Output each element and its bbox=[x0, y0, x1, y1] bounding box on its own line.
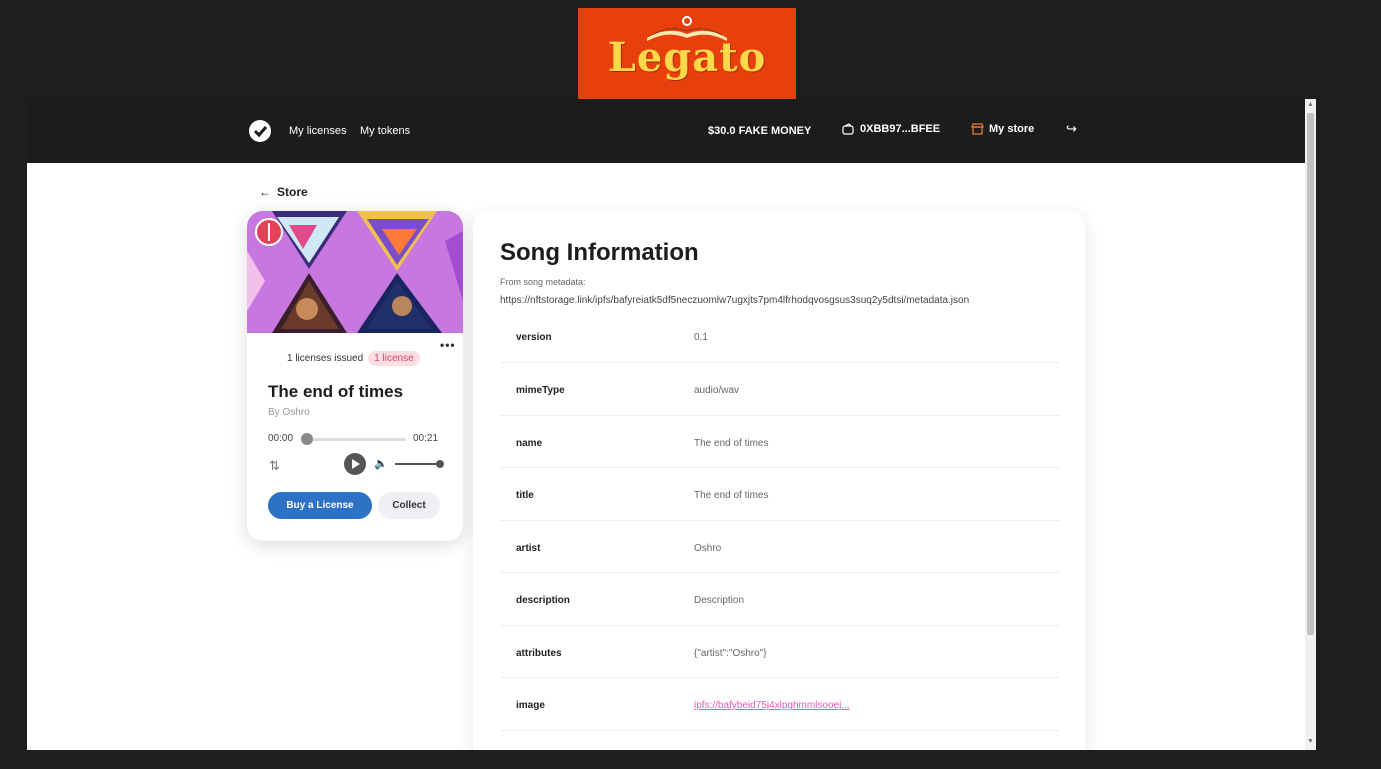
legato-logo: Legato bbox=[578, 8, 796, 99]
song-title: The end of times bbox=[268, 382, 404, 401]
metadata-key: version bbox=[516, 332, 552, 343]
metadata-row: version 0.1 bbox=[500, 318, 1060, 363]
nav-my-store[interactable]: My store bbox=[971, 123, 1034, 135]
image-ipfs-link[interactable]: ipfs://bafybeid75j4xlpghmmlsooej... bbox=[694, 700, 850, 711]
more-options-icon[interactable]: ••• bbox=[440, 338, 456, 352]
metadata-key: name bbox=[516, 437, 543, 449]
collect-button[interactable]: Collect bbox=[378, 492, 440, 519]
volume-slider[interactable] bbox=[395, 460, 444, 468]
logout-icon[interactable]: ↪ bbox=[1066, 121, 1077, 137]
metadata-key: artist bbox=[516, 542, 541, 554]
nav-my-licenses[interactable]: My licenses bbox=[289, 125, 346, 137]
metadata-value: audio/wav bbox=[694, 385, 740, 396]
buy-license-button[interactable]: Buy a License bbox=[268, 492, 372, 519]
volume-knob[interactable] bbox=[436, 460, 444, 468]
shuffle-off-icon[interactable]: ⇅ bbox=[269, 458, 280, 474]
metadata-key: mimeType bbox=[516, 385, 565, 396]
metadata-row: mimeType audio/wav bbox=[500, 363, 1060, 416]
scroll-down-icon[interactable]: ▼ bbox=[1307, 738, 1314, 745]
brand-logo-icon[interactable] bbox=[248, 119, 272, 143]
progress-slider[interactable] bbox=[301, 433, 406, 445]
metadata-row: image ipfs://bafybeid75j4xlpghmmlsooej..… bbox=[500, 678, 1060, 731]
my-store-label: My store bbox=[989, 123, 1035, 135]
back-to-store-link[interactable]: ← Store bbox=[259, 185, 308, 199]
wallet-address-text: 0XBB97...BFEE bbox=[860, 123, 941, 135]
volume-icon[interactable]: 🔈 bbox=[374, 457, 388, 470]
top-navbar: My licenses My tokens $30.0 FAKE MONEY 0… bbox=[27, 99, 1305, 163]
metadata-row: attributes {"artist":"Oshro"} bbox=[500, 626, 1060, 678]
back-label: Store bbox=[277, 185, 308, 199]
song-card: ••• 1 licenses issued 1 license The end … bbox=[247, 211, 463, 541]
metadata-key: title bbox=[516, 490, 534, 501]
time-current: 00:00 bbox=[268, 433, 294, 444]
metadata-value: The end of times bbox=[694, 490, 769, 501]
play-button[interactable] bbox=[344, 453, 366, 475]
time-total: 00:21 bbox=[413, 433, 439, 444]
wallet-address[interactable]: 0XBB97...BFEE bbox=[842, 123, 940, 135]
metadata-value: Oshro bbox=[694, 542, 722, 554]
metadata-row: artist Oshro bbox=[500, 521, 1060, 573]
metadata-row: title The end of times bbox=[500, 468, 1060, 521]
progress-knob[interactable] bbox=[301, 433, 313, 445]
metadata-value: Description bbox=[694, 595, 745, 606]
screen-frame: Legato My licenses My tokens $30.0 FAKE … bbox=[0, 0, 1381, 769]
metadata-key: description bbox=[516, 595, 570, 606]
licenses-issued: 1 licenses issued 1 license bbox=[287, 351, 420, 366]
wallet-icon bbox=[842, 123, 854, 135]
metadata-row: description Description bbox=[500, 573, 1060, 626]
fake-money-balance: $30.0 FAKE MONEY bbox=[708, 125, 812, 137]
metadata-value: {"artist":"Oshro"} bbox=[694, 647, 767, 659]
song-artist: By Oshro bbox=[268, 407, 310, 418]
nav-my-tokens[interactable]: My tokens bbox=[360, 125, 410, 137]
vertical-scrollbar[interactable]: ▲ ▼ bbox=[1305, 99, 1316, 750]
metadata-key: image bbox=[516, 700, 545, 711]
metadata-key: attributes bbox=[516, 647, 562, 659]
scrollbar-thumb[interactable] bbox=[1307, 113, 1314, 635]
arrow-left-icon: ← bbox=[259, 185, 271, 199]
metadata-value: 0.1 bbox=[694, 332, 708, 343]
license-count-badge: 1 license bbox=[368, 351, 420, 366]
logo-wordmark: Legato bbox=[607, 34, 767, 81]
metadata-source-label: From song metadata: bbox=[500, 277, 586, 287]
metadata-row: name The end of times bbox=[500, 416, 1060, 468]
store-icon bbox=[971, 123, 984, 135]
metadata-value: The end of times bbox=[694, 437, 769, 449]
metadata-table: version 0.1 mimeType audio/wav name The … bbox=[500, 318, 1060, 731]
page-title: Song Information bbox=[500, 239, 699, 266]
record-status-icon bbox=[255, 218, 283, 246]
scroll-up-icon[interactable]: ▲ bbox=[1307, 101, 1314, 108]
metadata-url: https://nftstorage.link/ipfs/bafyreiatk5… bbox=[500, 295, 970, 306]
song-info-panel: Song Information From song metadata: htt… bbox=[473, 211, 1085, 750]
browser-viewport: My licenses My tokens $30.0 FAKE MONEY 0… bbox=[27, 99, 1316, 750]
licenses-issued-text: 1 licenses issued bbox=[287, 353, 364, 364]
